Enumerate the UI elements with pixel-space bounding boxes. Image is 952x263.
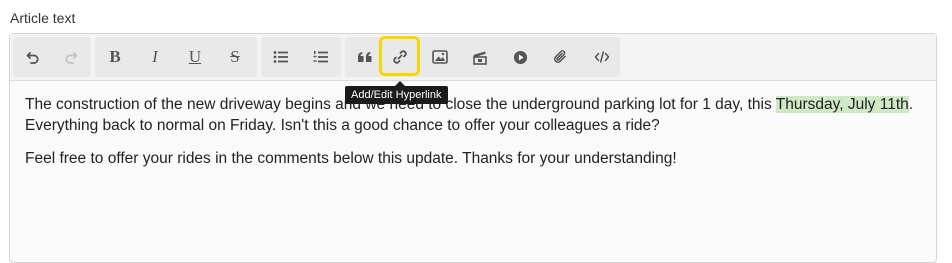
editor-content[interactable]: The construction of the new driveway beg… — [25, 94, 915, 181]
italic-button[interactable]: I — [136, 37, 174, 77]
media-icon — [472, 49, 488, 65]
quote-icon — [357, 51, 373, 63]
content-paragraph: The construction of the new driveway beg… — [25, 96, 914, 134]
editor-toolbar: B I U S — [10, 34, 936, 81]
image-icon — [432, 50, 448, 64]
attachment-button[interactable] — [541, 37, 579, 77]
strikethrough-icon: S — [230, 47, 240, 66]
bold-icon: B — [109, 47, 121, 66]
bullet-list-button[interactable] — [262, 37, 300, 77]
link-icon — [392, 49, 408, 65]
numbered-list-button[interactable] — [302, 37, 340, 77]
bullet-list-icon — [273, 50, 289, 64]
hyperlink-tooltip: Add/Edit Hyperlink — [345, 81, 448, 104]
redo-icon — [63, 49, 79, 65]
numbered-list-icon — [313, 50, 329, 64]
video-button[interactable] — [501, 37, 539, 77]
content-paragraph: Feel free to offer your rides in the com… — [25, 150, 677, 167]
play-icon — [513, 50, 528, 65]
rich-text-editor[interactable]: B I U S The construction of the new driv… — [9, 33, 937, 263]
strikethrough-button[interactable]: S — [216, 37, 254, 77]
underline-icon: U — [188, 47, 202, 66]
bold-button[interactable]: B — [96, 37, 134, 77]
undo-icon — [25, 49, 41, 65]
code-icon — [594, 51, 610, 63]
redo-button[interactable] — [52, 37, 90, 77]
paperclip-icon — [552, 49, 568, 65]
undo-button[interactable] — [14, 37, 52, 77]
highlighted-date: Thursday, July 11th — [775, 96, 909, 113]
field-label: Article text — [10, 10, 76, 26]
italic-icon: I — [152, 47, 158, 66]
source-code-button[interactable] — [583, 37, 621, 77]
hyperlink-button[interactable] — [381, 37, 419, 77]
media-button[interactable] — [461, 37, 499, 77]
underline-button[interactable]: U — [176, 37, 214, 77]
blockquote-button[interactable] — [346, 37, 384, 77]
image-button[interactable] — [421, 37, 459, 77]
